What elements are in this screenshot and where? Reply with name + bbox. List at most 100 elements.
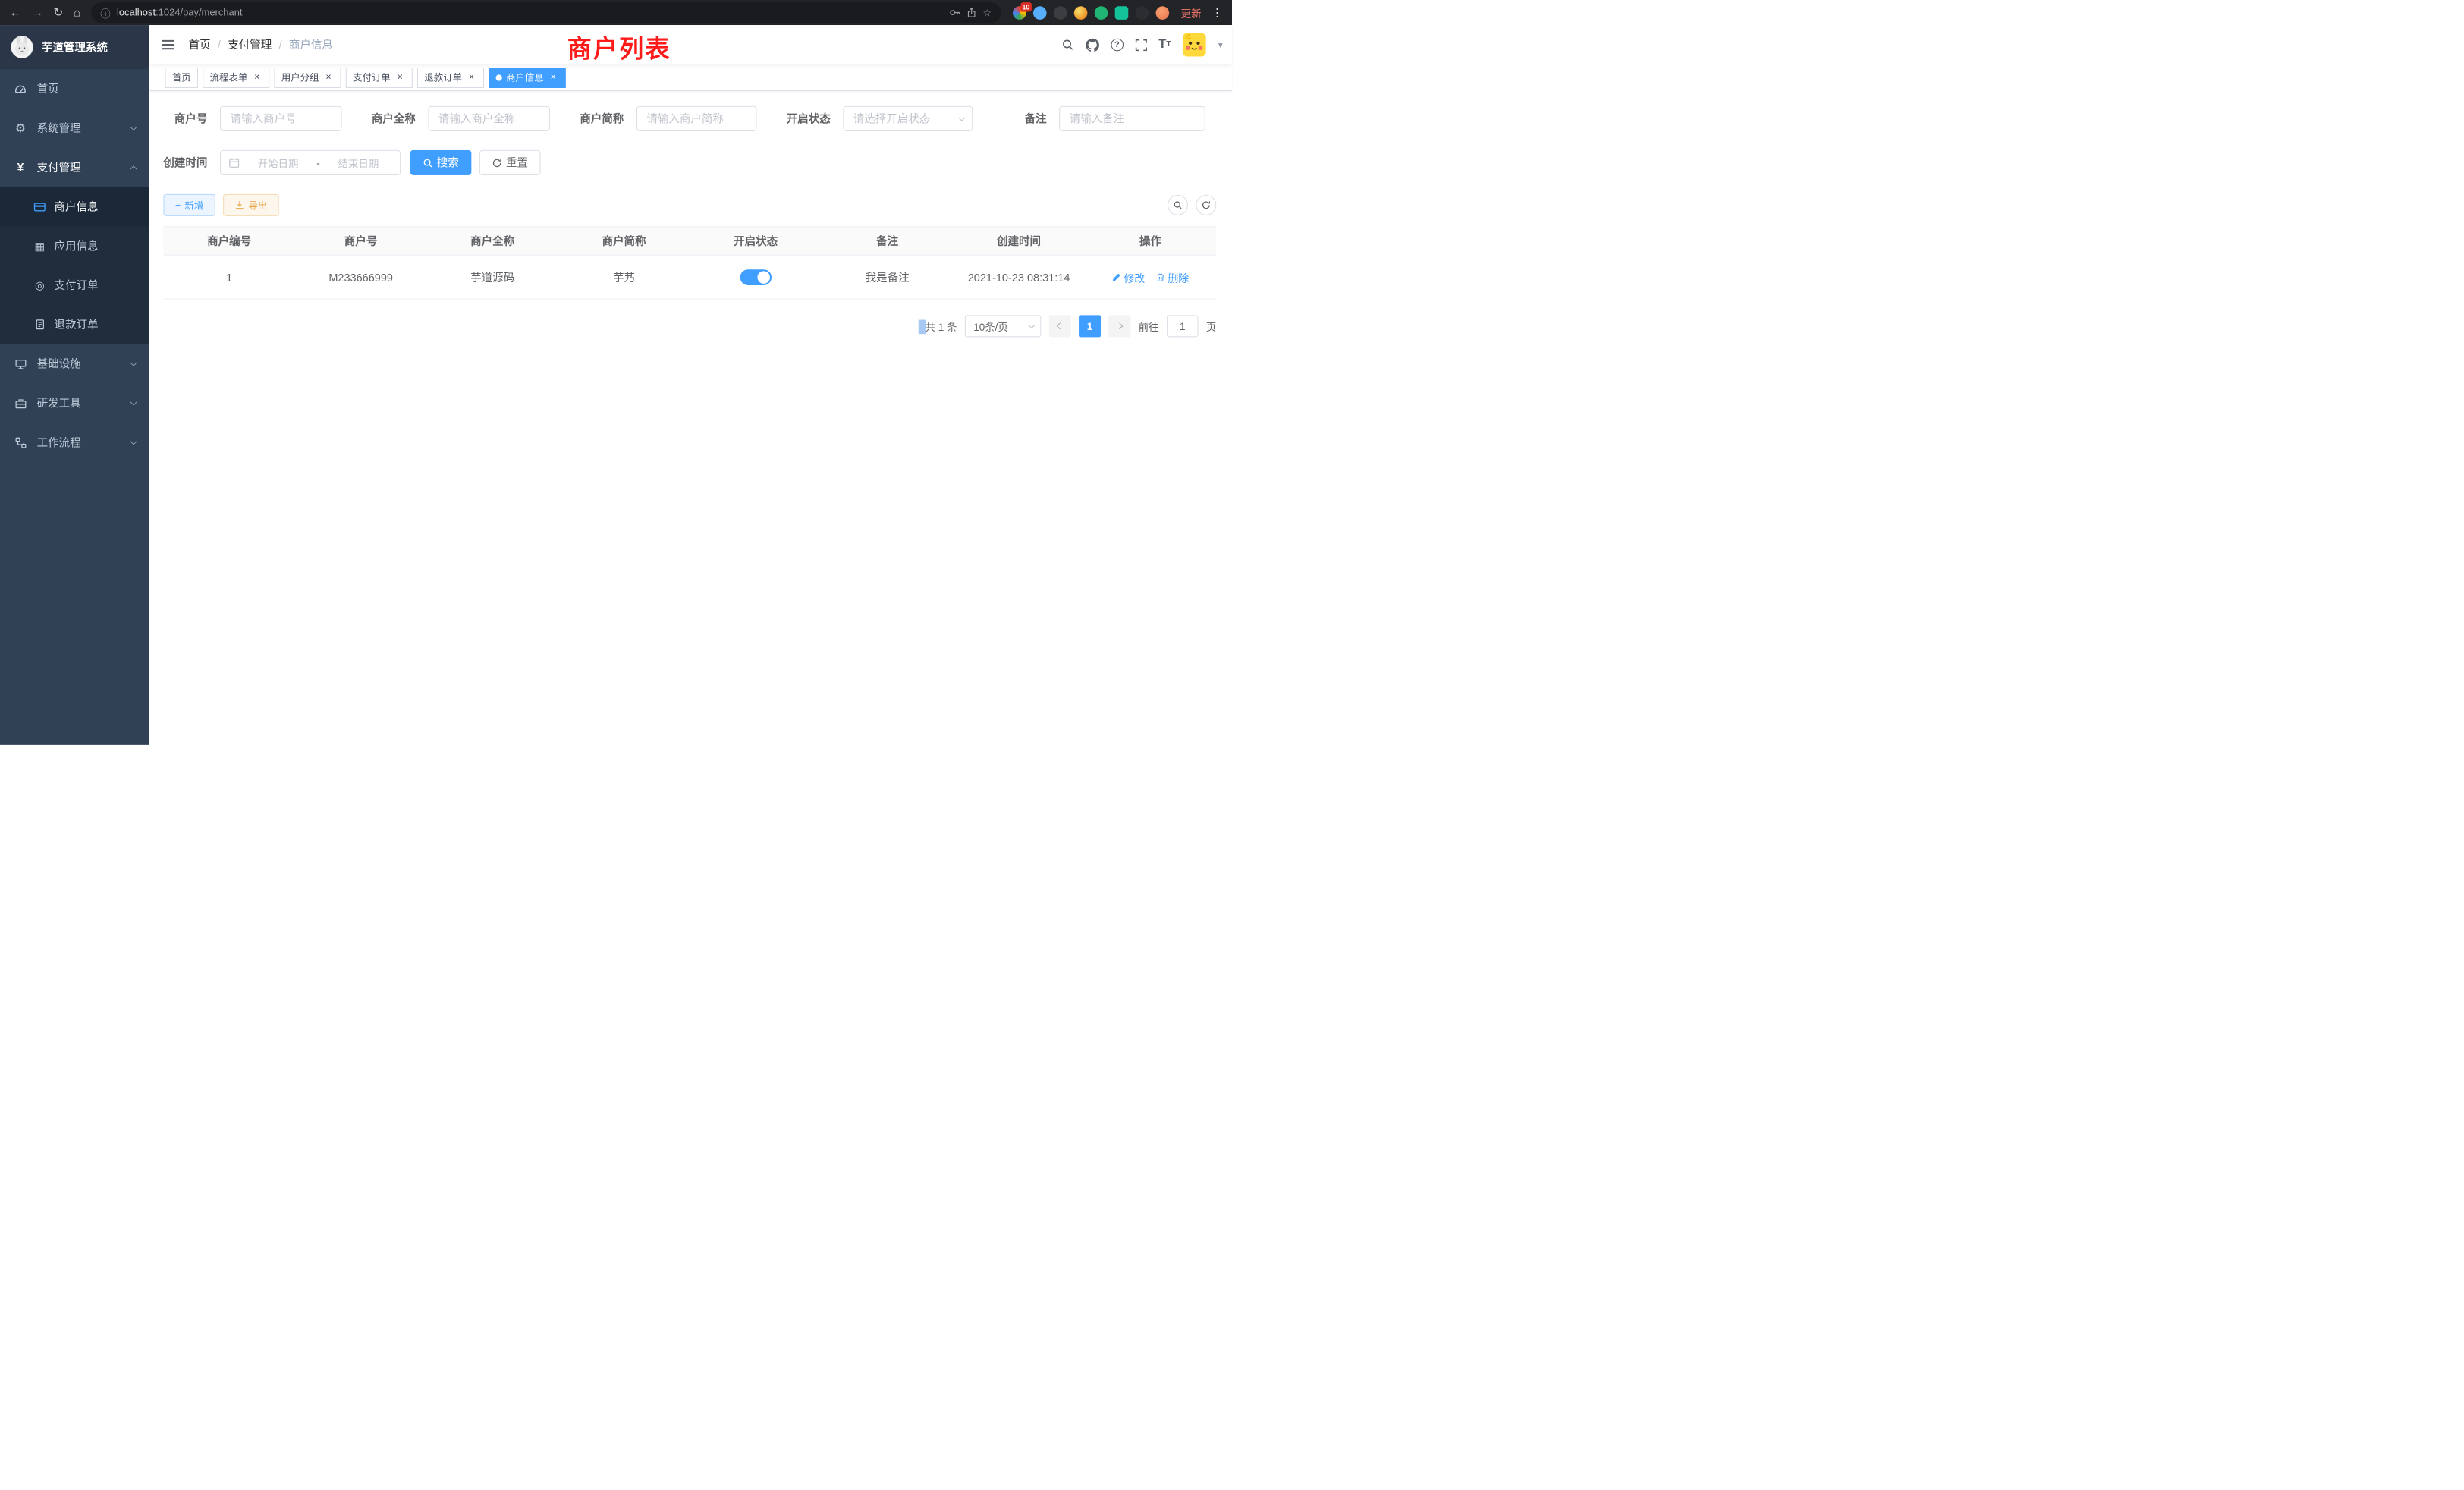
extension-icon-1[interactable]: 10 [1013, 6, 1026, 20]
sidebar-item-label: 工作流程 [37, 435, 81, 451]
user-avatar[interactable] [1183, 33, 1206, 56]
sidebar-item-refund-order[interactable]: 退款订单 [0, 305, 149, 344]
full-name-input[interactable] [428, 106, 550, 131]
cell-short-name: 芋艿 [558, 255, 690, 299]
extension-icon-7[interactable] [1136, 6, 1149, 20]
search-icon[interactable] [1061, 39, 1074, 52]
sidebar-item-label: 基础设施 [37, 356, 81, 372]
page-1-button[interactable]: 1 [1079, 315, 1101, 337]
close-icon[interactable]: × [251, 72, 262, 83]
hamburger-icon[interactable] [149, 40, 187, 49]
browser-back-icon[interactable]: ← [9, 7, 21, 19]
avatar-caret-icon[interactable]: ▾ [1218, 39, 1223, 49]
browser-update-button[interactable]: 更新 [1181, 5, 1202, 20]
extensions-cluster: 10 [1013, 6, 1169, 20]
sidebar-item-label: 支付管理 [37, 159, 81, 175]
export-button[interactable]: 导出 [223, 194, 279, 216]
yen-icon: ¥ [14, 162, 28, 174]
chevron-left-icon [1057, 322, 1064, 329]
font-size-icon[interactable]: TT [1158, 39, 1171, 52]
extension-icon-6[interactable] [1115, 6, 1129, 20]
goto-page-input[interactable] [1167, 315, 1198, 337]
cell-merchant-no: M233666999 [295, 255, 426, 299]
filter-short-name: 商户简称 [580, 106, 756, 131]
sidebar-item-dev-tools[interactable]: 研发工具 [0, 383, 149, 423]
sidebar-item-label: 退款订单 [54, 316, 98, 332]
browser-forward-icon[interactable]: → [31, 7, 43, 19]
github-icon[interactable] [1086, 38, 1099, 52]
status-select[interactable]: 请选择开启状态 [843, 106, 973, 131]
tab-pay-order[interactable]: 支付订单× [346, 68, 413, 88]
total-count: 共 1 条 [918, 319, 957, 334]
site-info-icon[interactable]: ⓘ [100, 5, 110, 20]
sidebar-item-app-info[interactable]: ▦ 应用信息 [0, 226, 149, 266]
extension-icon-4[interactable] [1074, 6, 1088, 20]
delete-button[interactable]: 删除 [1156, 269, 1190, 285]
table-toolbar: +新增 导出 [163, 194, 1216, 216]
prev-page-button[interactable] [1049, 315, 1071, 337]
active-dot [496, 74, 502, 80]
refresh-icon[interactable] [1196, 195, 1216, 215]
col-status: 开启状态 [690, 227, 821, 255]
tab-home[interactable]: 首页 [165, 68, 198, 88]
date-range-picker[interactable]: 开始日期 - 结束日期 [220, 150, 401, 175]
breadcrumb-separator: / [218, 39, 221, 52]
close-icon[interactable]: × [323, 72, 335, 83]
chevron-right-icon [1116, 322, 1123, 329]
sidebar-item-merchant-info[interactable]: 商户信息 [0, 187, 149, 226]
close-icon[interactable]: × [394, 72, 406, 83]
search-button[interactable]: 搜索 [410, 150, 472, 175]
extension-icon-3[interactable] [1054, 6, 1067, 20]
sidebar-item-system[interactable]: ⚙ 系统管理 [0, 108, 149, 148]
sidebar-logo[interactable]: 芋道管理系统 [0, 25, 149, 69]
filter-row-2: 创建时间 开始日期 - 结束日期 搜索 [163, 150, 1216, 175]
fullscreen-icon[interactable] [1135, 39, 1147, 51]
full-name-label: 商户全称 [372, 111, 416, 127]
page-size-select[interactable]: 10条/页 [965, 315, 1041, 337]
filter-remark: 备注 [1003, 106, 1205, 131]
extension-icon-5[interactable] [1095, 6, 1108, 20]
next-page-button[interactable] [1108, 315, 1130, 337]
monitor-icon [14, 358, 28, 370]
sidebar-item-infrastructure[interactable]: 基础设施 [0, 344, 149, 384]
date-end-placeholder: 结束日期 [325, 156, 392, 171]
filter-full-name: 商户全称 [372, 106, 550, 131]
plus-icon: + [175, 200, 181, 211]
breadcrumb-home[interactable]: 首页 [189, 37, 211, 53]
breadcrumb-payment[interactable]: 支付管理 [228, 37, 272, 53]
address-bar[interactable]: ⓘ localhost:1024/pay/merchant ☆ [91, 2, 1001, 23]
close-icon[interactable]: × [548, 72, 558, 83]
top-navbar: 首页 / 支付管理 / 商户信息 ? [149, 25, 1232, 64]
password-key-icon[interactable] [949, 7, 960, 17]
edit-button[interactable]: 修改 [1112, 269, 1146, 285]
browser-menu-icon[interactable]: ⋮ [1212, 6, 1223, 20]
tab-process-form[interactable]: 流程表单× [203, 68, 269, 88]
toggle-search-icon[interactable] [1168, 195, 1188, 215]
add-button[interactable]: +新增 [163, 194, 215, 216]
remark-input[interactable] [1059, 106, 1205, 131]
reset-button[interactable]: 重置 [479, 150, 541, 175]
merchant-no-input[interactable] [220, 106, 342, 131]
close-icon[interactable]: × [466, 72, 477, 83]
dashboard-icon [14, 83, 28, 96]
status-toggle[interactable] [740, 269, 771, 285]
sidebar-item-home[interactable]: 首页 [0, 69, 149, 108]
extension-icon-2[interactable] [1033, 6, 1047, 20]
short-name-input[interactable] [636, 106, 756, 131]
sidebar-item-payment[interactable]: ¥ 支付管理 [0, 148, 149, 187]
sidebar-item-pay-order[interactable]: ◎ 支付订单 [0, 266, 149, 305]
tab-refund-order[interactable]: 退款订单× [417, 68, 484, 88]
profile-avatar-icon[interactable] [1156, 6, 1170, 20]
col-create-time: 创建时间 [953, 227, 1084, 255]
tab-merchant-info[interactable]: 商户信息× [489, 68, 566, 88]
col-short-name: 商户简称 [558, 227, 690, 255]
browser-reload-icon[interactable]: ↻ [53, 7, 63, 19]
share-icon[interactable] [966, 7, 976, 17]
app-title: 芋道管理系统 [42, 39, 108, 55]
tab-user-group[interactable]: 用户分组× [274, 68, 341, 88]
workflow-icon [14, 436, 28, 448]
browser-home-icon[interactable]: ⌂ [74, 7, 80, 19]
help-icon[interactable]: ? [1111, 39, 1124, 52]
bookmark-star-icon[interactable]: ☆ [982, 7, 992, 19]
sidebar-item-workflow[interactable]: 工作流程 [0, 423, 149, 462]
